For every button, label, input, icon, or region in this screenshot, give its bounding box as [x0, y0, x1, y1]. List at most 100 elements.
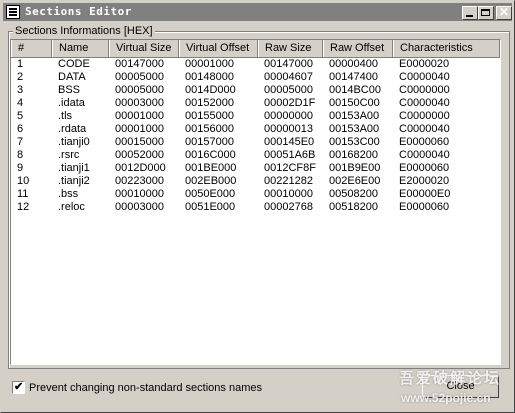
check-icon: ✔ — [14, 381, 24, 393]
cell-virtual-offset: 0050E000 — [185, 188, 236, 200]
cell-virtual-offset: 0016C000 — [185, 149, 236, 161]
cell-raw-size: 00221282 — [264, 175, 313, 187]
cell-name: BSS — [58, 84, 81, 96]
column-header-raw-size[interactable]: Raw Size — [258, 40, 323, 57]
cell-raw-offset: 00153A00 — [329, 123, 380, 135]
column-header-raw-offset[interactable]: Raw Offset — [323, 40, 393, 57]
cell-virtual-size: 00001000 — [115, 123, 164, 135]
cell-name: .rsrc — [58, 149, 80, 161]
table-row[interactable]: 6 .rdata 00001000 00156000 00000013 00153A00 C… — [11, 123, 500, 136]
close-icon: ✕ — [498, 5, 510, 19]
cell-raw-offset: 0014BC00 — [329, 84, 381, 96]
cell-virtual-offset: 00157000 — [185, 136, 234, 148]
table-row[interactable]: 5 .tls 00001000 00155000 00000000 00153A00 C00… — [11, 110, 500, 123]
table-row[interactable]: 9 .tianji1 0012D000 001BE000 0012CF8F 001B9E0… — [11, 162, 500, 175]
cell-raw-size: 00005000 — [264, 84, 313, 96]
cell-characteristics: C0000000 — [399, 110, 450, 122]
table-row[interactable]: 10 .tianji2 00223000 002EB000 00221282 002E6E… — [11, 175, 500, 188]
cell-virtual-offset: 0014D000 — [185, 84, 236, 96]
window-menu-icon[interactable] — [6, 5, 20, 19]
sections-editor-window: Sections Editor ✕ Sections Informations … — [0, 0, 515, 413]
cell-characteristics: E2000020 — [399, 175, 450, 187]
cell-index: 1 — [17, 58, 24, 70]
prevent-rename-label[interactable]: Prevent changing non-standard sections n… — [29, 382, 262, 394]
cell-virtual-size: 00001000 — [115, 110, 164, 122]
cell-index: 4 — [17, 97, 24, 109]
cell-characteristics: E00000E0 — [399, 188, 451, 200]
cell-characteristics: E0000020 — [399, 58, 450, 70]
cell-characteristics: C0000000 — [399, 84, 450, 96]
cell-name: .tls — [58, 110, 73, 122]
table-row[interactable]: 7 .tianji0 00015000 00157000 000145E0 00153C0… — [11, 136, 500, 149]
table-row[interactable]: 2 DATA 00005000 00148000 00004607 00147400 C00… — [11, 71, 500, 84]
cell-virtual-offset: 00156000 — [185, 123, 234, 135]
cell-raw-offset: 00150C00 — [329, 97, 380, 109]
cell-raw-size: 00002768 — [264, 201, 313, 213]
cell-name: .bss — [58, 188, 79, 200]
cell-index: 11 — [17, 188, 29, 200]
cell-index: 7 — [17, 136, 24, 148]
table-row[interactable]: 3 BSS 00005000 0014D000 00005000 0014BC00 C000… — [11, 84, 500, 97]
title-bar[interactable]: Sections Editor ✕ — [3, 3, 512, 21]
cell-name: .tianji0 — [58, 136, 90, 148]
window-title: Sections Editor — [25, 5, 132, 18]
cell-virtual-size: 00010000 — [115, 188, 164, 200]
cell-characteristics: C0000040 — [399, 123, 450, 135]
cell-virtual-size: 00003000 — [115, 97, 164, 109]
cell-raw-offset: 00168200 — [329, 149, 378, 161]
column-header-characteristics[interactable]: Characteristics — [393, 40, 500, 57]
prevent-rename-checkbox[interactable]: ✔ — [12, 381, 25, 394]
cell-raw-offset: 00147400 — [329, 71, 378, 83]
table-row[interactable]: 1 CODE 00147000 00001000 00147000 00000400 E00… — [11, 58, 500, 71]
sections-list[interactable]: # Name Virtual Size Virtual Offset Raw S… — [10, 39, 501, 365]
cell-index: 3 — [17, 84, 24, 96]
cell-raw-offset: 00000400 — [329, 58, 378, 70]
column-header-virtual-offset[interactable]: Virtual Offset — [179, 40, 258, 57]
cell-raw-size: 000145E0 — [264, 136, 315, 148]
cell-virtual-size: 00052000 — [115, 149, 164, 161]
cell-raw-offset: 00153A00 — [329, 110, 380, 122]
cell-name: .idata — [58, 97, 85, 109]
maximize-button[interactable] — [478, 6, 494, 20]
watermark-url: www.52pojie.cn — [401, 391, 491, 405]
cell-characteristics: E0000060 — [399, 201, 450, 213]
cell-index: 10 — [17, 175, 30, 187]
cell-characteristics: E0000060 — [399, 162, 450, 174]
cell-raw-size: 00147000 — [264, 58, 313, 70]
cell-raw-size: 00051A6B — [264, 149, 316, 161]
column-header-virtual-size[interactable]: Virtual Size — [109, 40, 179, 57]
cell-name: .tianji1 — [58, 162, 90, 174]
cell-virtual-offset: 002EB000 — [185, 175, 237, 187]
column-header-name[interactable]: Name — [52, 40, 109, 57]
cell-raw-size: 0012CF8F — [264, 162, 316, 174]
cell-virtual-offset: 00152000 — [185, 97, 234, 109]
cell-virtual-offset: 001BE000 — [185, 162, 237, 174]
cell-raw-size: 00000000 — [264, 110, 313, 122]
table-row[interactable]: 4 .idata 00003000 00152000 00002D1F 00150C00 C… — [11, 97, 500, 110]
maximize-icon — [481, 9, 490, 16]
cell-virtual-offset: 00155000 — [185, 110, 234, 122]
close-window-button[interactable]: ✕ — [496, 5, 512, 20]
cell-index: 8 — [17, 149, 24, 161]
column-header-index[interactable]: # — [11, 40, 52, 57]
cell-name: DATA — [58, 71, 86, 83]
table-row[interactable]: 11 .bss 00010000 0050E000 00010000 00508200 E0… — [11, 188, 500, 201]
watermark-text: 吾爱破解论坛 — [399, 370, 502, 387]
cell-index: 12 — [17, 201, 30, 213]
cell-virtual-offset: 00148000 — [185, 71, 234, 83]
cell-raw-size: 00000013 — [264, 123, 313, 135]
table-row[interactable]: 12 .reloc 00003000 0051E000 00002768 00518200… — [11, 201, 500, 214]
table-row[interactable]: 8 .rsrc 00052000 0016C000 00051A6B 00168200 C0… — [11, 149, 500, 162]
cell-raw-offset: 00508200 — [329, 188, 378, 200]
minimize-button[interactable] — [462, 6, 478, 20]
list-header: # Name Virtual Size Virtual Offset Raw S… — [11, 40, 500, 58]
cell-raw-size: 00010000 — [264, 188, 313, 200]
cell-raw-offset: 00153C00 — [329, 136, 380, 148]
cell-index: 5 — [17, 110, 24, 122]
cell-index: 2 — [17, 71, 24, 83]
cell-characteristics: C0000040 — [399, 71, 450, 83]
cell-name: CODE — [58, 58, 90, 70]
cell-virtual-size: 00005000 — [115, 71, 164, 83]
cell-index: 9 — [17, 162, 24, 174]
cell-index: 6 — [17, 123, 24, 135]
